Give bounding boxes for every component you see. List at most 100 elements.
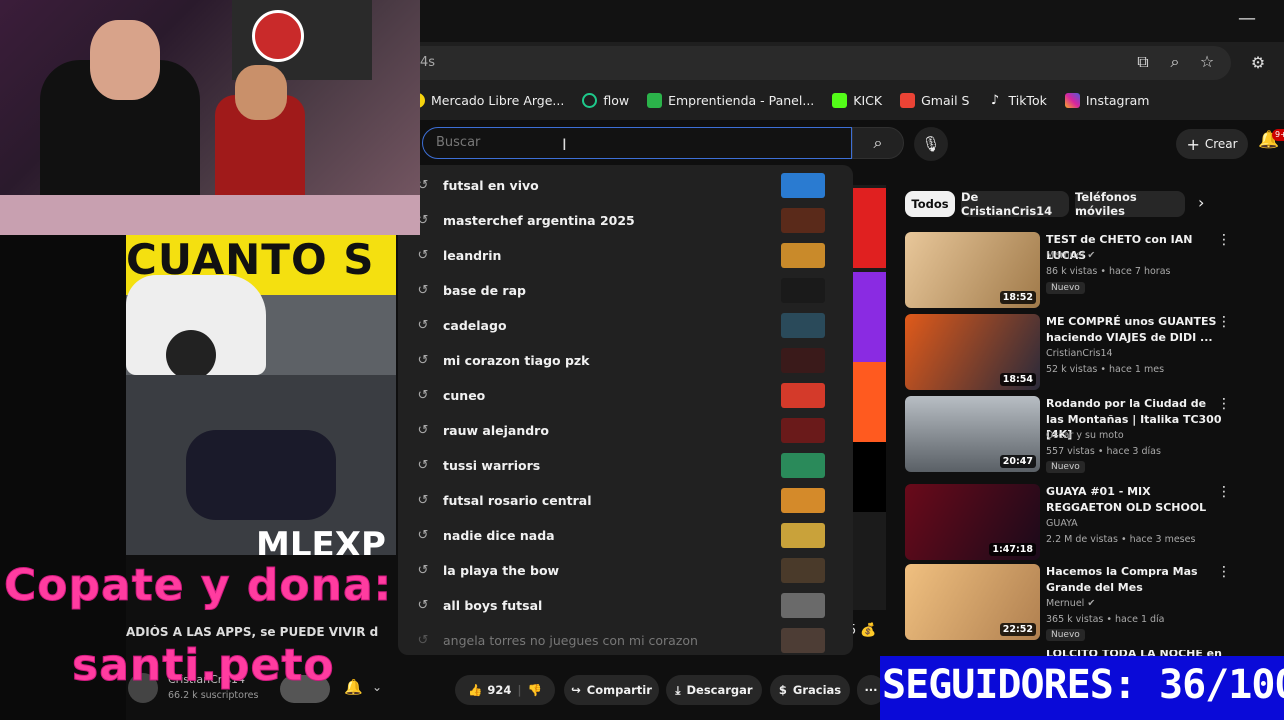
install-app-icon[interactable]: ⧉	[1132, 51, 1154, 73]
voice-search-button[interactable]: 🎙	[914, 127, 948, 161]
suggestion-item[interactable]: ↺ base de rap	[398, 273, 853, 308]
bookmark-flow[interactable]: flow	[582, 92, 629, 108]
search-placeholder: Buscar	[436, 135, 481, 150]
suggestion-thumbnail	[781, 628, 825, 653]
more-options-icon[interactable]: ⋮	[1217, 396, 1231, 412]
channel-name[interactable]: Mernuel ✔	[1046, 598, 1095, 609]
flow-icon	[582, 92, 598, 108]
video-meta: 2.2 M de vistas • hace 3 meses	[1046, 534, 1196, 545]
share-button[interactable]: ↪ Compartir	[564, 675, 659, 705]
video-thumbnail[interactable]: 1:47:18	[905, 484, 1040, 560]
download-button[interactable]: ⤓ Descargar	[666, 675, 762, 705]
download-icon: ⤓	[675, 682, 681, 697]
video-title[interactable]: Hacemos la Compra Mas Grande del Mes	[1046, 564, 1226, 595]
main-video-graphic-black	[852, 442, 886, 512]
history-icon: ↺	[417, 632, 429, 648]
extensions-icon[interactable]: ⚙	[1246, 51, 1270, 75]
video-thumbnail[interactable]: 18:52	[905, 232, 1040, 308]
channel-name[interactable]: Oscar y su moto	[1046, 430, 1124, 441]
recommendation-item[interactable]: 18:52 TEST de CHETO con IAN LUCAS Mernue…	[905, 232, 1235, 312]
bookmark-gmail[interactable]: Gmail S	[900, 92, 969, 108]
recommendation-item[interactable]: 20:47 Rodando por la Ciudad de las Monta…	[905, 396, 1235, 476]
bookmark-kick[interactable]: KICK	[832, 92, 882, 108]
suggestion-thumbnail	[781, 488, 825, 513]
video-meta: 365 k vistas • hace 1 día	[1046, 614, 1165, 625]
video-title[interactable]: ME COMPRÉ unos GUANTES haciendo VIAJES d…	[1046, 314, 1226, 345]
channel-name[interactable]: GUAYA	[1046, 518, 1078, 529]
zoom-icon[interactable]: ⌕	[1164, 51, 1186, 73]
create-button[interactable]: + Crear	[1176, 129, 1248, 159]
download-label: Descargar	[686, 683, 753, 697]
recommendation-item[interactable]: 1:47:18 GUAYA #01 - MIX REGGAETON OLD SC…	[905, 484, 1235, 564]
text-cursor-icon: I	[562, 135, 567, 154]
bookmark-empretienda[interactable]: Emprentienda - Panel...	[647, 92, 814, 108]
search-button[interactable]: ⌕	[852, 127, 904, 159]
recommendation-item[interactable]: 22:52 Hacemos la Compra Mas Grande del M…	[905, 564, 1235, 644]
video-meta: 86 k vistas • hace 7 horas	[1046, 266, 1171, 277]
video-thumbnail[interactable]: 18:54	[905, 314, 1040, 390]
dislike-button[interactable]: 👎	[528, 683, 542, 697]
more-options-icon[interactable]: ⋮	[1217, 314, 1231, 330]
suggestion-item[interactable]: ↺ cadelago	[398, 308, 853, 343]
chevron-down-icon[interactable]: ⌄	[372, 680, 382, 694]
suggestion-item[interactable]: ↺ futsal rosario central	[398, 483, 853, 518]
more-options-icon[interactable]: ⋮	[1217, 232, 1231, 248]
bookmark-mercadolibre[interactable]: Mercado Libre Arge...	[410, 92, 565, 108]
search-icon: ⌕	[873, 133, 883, 152]
bell-icon[interactable]: 🔔	[344, 678, 363, 696]
history-icon: ↺	[417, 247, 429, 263]
suggestion-item[interactable]: ↺ masterchef argentina 2025	[398, 203, 853, 238]
chip-channel[interactable]: De CristianCris14	[961, 190, 1069, 218]
video-preview-left: CUANTO S MLEXP	[126, 235, 396, 555]
chip-phones[interactable]: Teléfonos móviles	[1075, 190, 1185, 218]
video-thumbnail[interactable]: 20:47	[905, 396, 1040, 472]
suggestion-item[interactable]: ↺ futsal en vivo	[398, 168, 853, 203]
thanks-icon: $	[778, 683, 787, 697]
suggestion-text: leandrin	[443, 248, 502, 263]
bookmark-label: Instagram	[1085, 92, 1150, 108]
suggestion-item[interactable]: ↺ mi corazon tiago pzk	[398, 343, 853, 378]
minimize-button[interactable]: —	[1232, 8, 1262, 32]
history-icon: ↺	[417, 562, 429, 578]
suggestion-item[interactable]: ↺ leandrin	[398, 238, 853, 273]
bookmark-label: Mercado Libre Arge...	[431, 92, 565, 108]
history-icon: ↺	[417, 387, 429, 403]
thanks-label: Gracias	[792, 683, 842, 697]
kick-icon	[832, 92, 848, 108]
history-icon: ↺	[417, 317, 429, 333]
channel-name[interactable]: Mernuel ✔	[1046, 250, 1095, 261]
bookmark-tiktok[interactable]: ♪ TikTok	[987, 93, 1047, 108]
duration-badge: 18:52	[999, 291, 1036, 304]
like-button[interactable]: 👍 924	[468, 683, 511, 697]
channel-name[interactable]: CristianCris14	[1046, 348, 1113, 359]
bookmark-star-icon[interactable]: ☆	[1196, 51, 1218, 73]
gmail-icon	[900, 92, 916, 108]
address-bar[interactable]	[395, 46, 1231, 80]
suggestion-item[interactable]: ↺ rauw alejandro	[398, 413, 853, 448]
suggestion-thumbnail	[781, 523, 825, 548]
suggestion-item[interactable]: ↺ nadie dice nada	[398, 518, 853, 553]
suggestion-text: cadelago	[443, 318, 507, 333]
suggestion-item[interactable]: ↺ all boys futsal	[398, 588, 853, 623]
logo-emblem	[252, 10, 304, 62]
suggestion-item[interactable]: ↺ tussi warriors	[398, 448, 853, 483]
suggestion-item[interactable]: ↺ la playa the bow	[398, 553, 853, 588]
video-meta: 52 k vistas • hace 1 mes	[1046, 364, 1165, 375]
video-thumbnail[interactable]: 22:52	[905, 564, 1040, 640]
thanks-button[interactable]: $ Gracias	[770, 675, 850, 705]
suggestion-item[interactable]: ↺ cuneo	[398, 378, 853, 413]
more-options-icon[interactable]: ⋮	[1217, 484, 1231, 500]
suggestion-thumbnail	[781, 418, 825, 443]
suggestion-item[interactable]: ↺ angela torres no juegues con mi corazon	[398, 623, 853, 655]
chip-todos[interactable]: Todos	[905, 191, 955, 217]
more-options-icon[interactable]: ⋮	[1217, 564, 1231, 580]
recommendation-item[interactable]: 18:54 ME COMPRÉ unos GUANTES haciendo VI…	[905, 314, 1235, 394]
search-input[interactable]	[422, 127, 852, 159]
bookmark-instagram[interactable]: Instagram	[1064, 92, 1150, 108]
new-badge: Nuevo	[1046, 282, 1085, 294]
video-title[interactable]: GUAYA #01 - MIX REGGAETON OLD SCHOOL	[1046, 484, 1226, 515]
rider-glove	[186, 430, 336, 520]
chevron-right-icon[interactable]: ›	[1198, 193, 1204, 212]
history-icon: ↺	[417, 352, 429, 368]
thumbs-up-icon: 👍	[468, 683, 483, 697]
